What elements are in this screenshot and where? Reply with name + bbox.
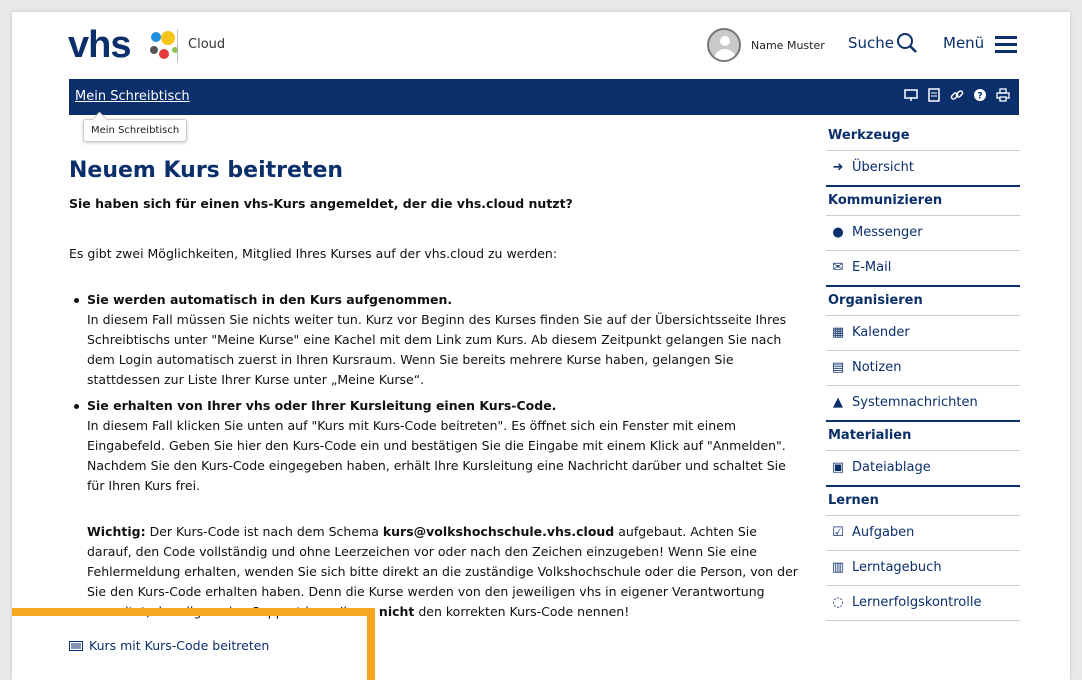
- link-icon[interactable]: [949, 87, 965, 103]
- sidebar-item-notizen[interactable]: ▤ Notizen: [826, 351, 1020, 386]
- sidebar-item-label: Notizen: [852, 360, 902, 375]
- sidebar-item-label: Übersicht: [852, 160, 914, 175]
- note-text-1: Der Kurs-Code ist nach dem Schema: [145, 524, 383, 539]
- presentation-icon[interactable]: [903, 87, 919, 103]
- search-icon: [897, 33, 917, 53]
- list-item: Sie werden automatisch in den Kurs aufge…: [69, 290, 799, 390]
- toolbar: ?: [901, 87, 1011, 107]
- sidebar-item-lerntagebuch[interactable]: ▥ Lerntagebuch: [826, 551, 1020, 586]
- arrow-right-icon: ➜: [832, 160, 844, 175]
- sidebar-item-kalender[interactable]: ▦ Kalender: [826, 316, 1020, 351]
- sidebar-item-systemnachrichten[interactable]: ▲ Systemnachrichten: [826, 386, 1020, 422]
- sidebar-item-label: Systemnachrichten: [852, 395, 978, 410]
- tools-sidebar: Werkzeuge ➜ Übersicht Kommunizieren ● Mess…: [826, 122, 1020, 621]
- note-label: Wichtig:: [87, 524, 146, 539]
- intro-text: Es gibt zwei Möglichkeiten, Mitglied Ihr…: [69, 246, 558, 261]
- sidebar-item-label: Aufgaben: [852, 525, 915, 540]
- app-window: vhs Cloud Name Muster Suche Menü Mein Sc…: [12, 12, 1070, 680]
- notes-icon[interactable]: [926, 87, 942, 103]
- file-storage-icon: ▣: [831, 460, 845, 475]
- breadcrumb-link[interactable]: Mein Schreibtisch: [75, 89, 190, 104]
- section-materialien: Materialien: [826, 422, 1020, 451]
- section-kommunizieren: Kommunizieren: [826, 187, 1020, 216]
- option-title: Sie werden automatisch in den Kurs aufge…: [87, 292, 453, 307]
- menu-button[interactable]: Menü: [943, 34, 1017, 53]
- sidebar-item-dateiablage[interactable]: ▣ Dateiablage: [826, 451, 1020, 487]
- search-label: Suche: [848, 34, 895, 52]
- highlight-frame-right: [367, 608, 375, 680]
- progress-icon: ◌: [832, 595, 844, 610]
- important-note: Wichtig: Der Kurs-Code ist nach dem Sche…: [87, 522, 799, 622]
- join-course-label: Kurs mit Kurs-Code beitreten: [89, 638, 270, 653]
- join-course-link[interactable]: Kurs mit Kurs-Code beitreten: [69, 638, 269, 653]
- help-icon[interactable]: ?: [972, 87, 988, 103]
- messenger-icon: ●: [832, 225, 844, 240]
- breadcrumb-bar: Mein Schreibtisch ?: [69, 79, 1019, 115]
- note-text-3: den korrekten Kurs-Code nennen!: [414, 604, 630, 619]
- journal-icon: ▥: [831, 560, 845, 575]
- sidebar-item-aufgaben[interactable]: ☑ Aufgaben: [826, 516, 1020, 551]
- svg-text:?: ?: [977, 92, 982, 102]
- sidebar-item-label: Dateiablage: [852, 460, 931, 475]
- section-organisieren: Organisieren: [826, 287, 1020, 316]
- page-title: Neuem Kurs beitreten: [69, 158, 344, 183]
- notes-icon: ▤: [831, 360, 845, 375]
- option-title: Sie erhalten von Ihrer vhs oder Ihrer Ku…: [87, 398, 557, 413]
- logo-divider: [177, 30, 178, 62]
- breadcrumb-tooltip: Mein Schreibtisch: [83, 119, 188, 142]
- top-header: vhs Cloud Name Muster Suche Menü: [12, 12, 1070, 78]
- section-lernen: Lernen: [826, 487, 1020, 516]
- logo-dots-icon: [150, 31, 178, 59]
- note-emphasis: nicht: [378, 604, 415, 619]
- cloud-label: Cloud: [188, 37, 226, 52]
- list-item: Sie erhalten von Ihrer vhs oder Ihrer Ku…: [69, 396, 799, 496]
- option-text: In diesem Fall müssen Sie nichts weiter …: [87, 312, 787, 387]
- calendar-icon: ▦: [831, 325, 845, 340]
- print-icon[interactable]: [995, 87, 1011, 103]
- tasks-icon: ☑: [832, 525, 844, 540]
- sidebar-item-label: E-Mail: [852, 260, 892, 275]
- sidebar-item-label: Messenger: [852, 225, 923, 240]
- sidebar-item-label: Lerntagebuch: [852, 560, 942, 575]
- highlight-frame-top: [12, 608, 375, 616]
- user-name[interactable]: Name Muster: [751, 39, 825, 52]
- vhs-logo[interactable]: vhs: [68, 26, 131, 64]
- option-text: In diesem Fall klicken Sie unten auf "Ku…: [87, 418, 786, 493]
- sidebar-item-messenger[interactable]: ● Messenger: [826, 216, 1020, 251]
- options-list: Sie werden automatisch in den Kurs aufge…: [69, 290, 799, 502]
- sidebar-item-label: Kalender: [852, 325, 910, 340]
- mail-icon: ✉: [832, 260, 844, 275]
- menu-label: Menü: [943, 34, 985, 52]
- section-werkzeuge: Werkzeuge: [826, 122, 1020, 151]
- hamburger-icon: [995, 36, 1017, 57]
- avatar[interactable]: [707, 28, 741, 62]
- sidebar-item-label: Lernerfolgskontrolle: [852, 595, 982, 610]
- sidebar-item-email[interactable]: ✉ E-Mail: [826, 251, 1020, 287]
- sidebar-item-uebersicht[interactable]: ➜ Übersicht: [826, 151, 1020, 187]
- lead-text: Sie haben sich für einen vhs-Kurs angeme…: [69, 196, 573, 211]
- sidebar-item-lernerfolgskontrolle[interactable]: ◌ Lernerfolgskontrolle: [826, 586, 1020, 621]
- course-code-schema: kurs@volkshochschule.vhs.cloud: [382, 524, 615, 539]
- search-button[interactable]: Suche: [848, 33, 917, 53]
- warning-icon: ▲: [833, 395, 843, 410]
- list-icon: [69, 641, 83, 651]
